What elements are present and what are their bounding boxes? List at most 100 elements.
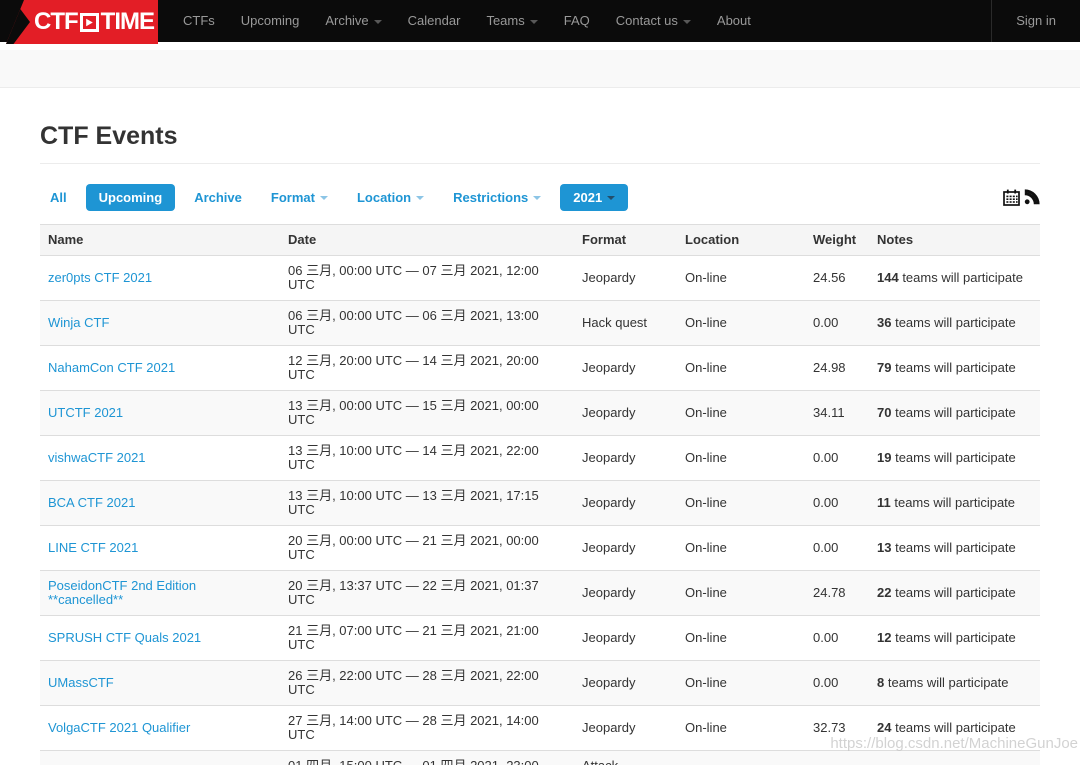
subheader-band	[0, 50, 1080, 88]
event-date-cell: 13 三月, 10:00 UTC — 14 三月 2021, 22:00 UTC	[280, 436, 574, 481]
nav-item-ctfs[interactable]: CTFs	[170, 0, 228, 42]
event-link[interactable]: BCA CTF 2021	[48, 495, 135, 510]
event-name-cell: UTCTF 2021	[40, 391, 280, 436]
event-notes-cell: 144 teams will participate	[869, 256, 1040, 301]
col-header-notes: Notes	[869, 225, 1040, 256]
filter-location[interactable]: Location	[347, 185, 434, 210]
event-link[interactable]: UTCTF 2021	[48, 405, 123, 420]
event-name-cell: vishwaCTF 2021	[40, 436, 280, 481]
nav-item-faq[interactable]: FAQ	[551, 0, 603, 42]
event-link[interactable]: LINE CTF 2021	[48, 540, 138, 555]
event-location-cell: On-line	[677, 436, 805, 481]
col-header-name: Name	[40, 225, 280, 256]
teams-count: 22	[877, 585, 891, 600]
page-title: CTF Events	[40, 122, 1040, 151]
event-link[interactable]: PoseidonCTF 2nd Edition **cancelled**	[48, 578, 196, 607]
nav-item-calendar[interactable]: Calendar	[395, 0, 474, 42]
event-notes-cell: 79 teams will participate	[869, 346, 1040, 391]
event-weight-cell: 36.35	[805, 751, 869, 765]
event-format-cell: Jeopardy	[574, 481, 677, 526]
nav-item-contact-us[interactable]: Contact us	[603, 0, 704, 42]
filter-2021[interactable]: 2021	[560, 184, 628, 211]
event-format-cell: Attack-Defense	[574, 751, 677, 765]
filters: All Upcoming Archive Format Location Restrict…	[40, 184, 628, 211]
event-name-cell: UMassCTF	[40, 661, 280, 706]
teams-count: 19	[877, 450, 891, 465]
event-location-cell: On-line	[677, 706, 805, 751]
event-date-cell: 01 四月, 15:00 UTC — 01 四月 2021, 23:00 UTC	[280, 751, 574, 765]
event-weight-cell: 0.00	[805, 661, 869, 706]
event-weight-cell: 0.00	[805, 616, 869, 661]
event-link[interactable]: UMassCTF	[48, 675, 114, 690]
event-date-cell: 20 三月, 13:37 UTC — 22 三月 2021, 01:37 UTC	[280, 571, 574, 616]
event-format-cell: Hack quest	[574, 301, 677, 346]
event-date-cell: 27 三月, 14:00 UTC — 28 三月 2021, 14:00 UTC	[280, 706, 574, 751]
events-table: NameDateFormatLocationWeightNotes zer0pt…	[40, 224, 1040, 765]
navbar-menu: CTFsUpcomingArchiveCalendarTeamsFAQConta…	[160, 0, 764, 42]
table-row: Winja CTF06 三月, 00:00 UTC — 06 三月 2021, …	[40, 301, 1040, 346]
sign-in-button[interactable]: Sign in	[991, 0, 1080, 42]
table-row: LINE CTF 2021 20 三月, 00:00 UTC — 21 三月 20…	[40, 526, 1040, 571]
table-row: zer0pts CTF 2021 06 三月, 00:00 UTC — 07 三月…	[40, 256, 1040, 301]
chevron-down-icon	[530, 20, 538, 24]
chevron-down-icon	[416, 196, 424, 200]
event-date-cell: 20 三月, 00:00 UTC — 21 三月 2021, 00:00 UTC	[280, 526, 574, 571]
filter-restrictions[interactable]: Restrictions	[443, 185, 551, 210]
event-date-cell: 13 三月, 00:00 UTC — 15 三月 2021, 00:00 UTC	[280, 391, 574, 436]
event-format-cell: Jeopardy	[574, 706, 677, 751]
chevron-down-icon	[320, 196, 328, 200]
event-link[interactable]: NahamCon CTF 2021	[48, 360, 175, 375]
event-notes-cell: 24 teams will participate	[869, 706, 1040, 751]
table-row: UTCTF 2021 13 三月, 00:00 UTC — 15 三月 2021,…	[40, 391, 1040, 436]
nav-item-archive[interactable]: Archive	[312, 0, 394, 42]
col-header-weight: Weight	[805, 225, 869, 256]
events-table-body: zer0pts CTF 2021 06 三月, 00:00 UTC — 07 三月…	[40, 256, 1040, 765]
nav-item-about[interactable]: About	[704, 0, 764, 42]
event-date-cell: 21 三月, 07:00 UTC — 21 三月 2021, 21:00 UTC	[280, 616, 574, 661]
filter-archive[interactable]: Archive	[184, 185, 252, 210]
nav-item-upcoming[interactable]: Upcoming	[228, 0, 313, 42]
filter-all[interactable]: All	[40, 185, 77, 210]
event-notes-cell: 36 teams will participate	[869, 301, 1040, 346]
event-location-cell: On-line	[677, 526, 805, 571]
filter-upcoming[interactable]: Upcoming	[86, 184, 176, 211]
main-content: CTF Events All Upcoming Archive Format Locat…	[0, 122, 1080, 765]
event-name-cell: Winja CTF	[40, 301, 280, 346]
table-row: BCA CTF 202113 三月, 10:00 UTC — 13 三月 202…	[40, 481, 1040, 526]
event-format-cell: Jeopardy	[574, 661, 677, 706]
event-format-cell: Jeopardy	[574, 346, 677, 391]
event-location-cell: On-line	[677, 391, 805, 436]
rss-icon[interactable]	[1024, 189, 1040, 205]
event-link[interactable]: zer0pts CTF 2021	[48, 270, 152, 285]
event-link[interactable]: vishwaCTF 2021	[48, 450, 146, 465]
event-notes-cell: 8 teams will participate	[869, 661, 1040, 706]
divider	[40, 163, 1040, 164]
event-link[interactable]: Winja CTF	[48, 315, 109, 330]
ctftime-logo[interactable]: CTF TIME	[0, 0, 160, 42]
teams-count: 11	[877, 495, 891, 510]
teams-count: 12	[877, 630, 891, 645]
event-weight-cell: 0.00	[805, 301, 869, 346]
event-link[interactable]: VolgaCTF 2021 Qualifier	[48, 720, 190, 735]
table-row: UMassCTF26 三月, 22:00 UTC — 28 三月 2021, 2…	[40, 661, 1040, 706]
event-date-cell: 06 三月, 00:00 UTC — 07 三月 2021, 12:00 UTC	[280, 256, 574, 301]
event-name-cell: NahamCon CTF 2021	[40, 346, 280, 391]
event-link[interactable]: SPRUSH CTF Quals 2021	[48, 630, 201, 645]
event-format-cell: Jeopardy	[574, 571, 677, 616]
col-header-format: Format	[574, 225, 677, 256]
teams-count: 24	[877, 720, 891, 735]
logo-text-ctf: CTF	[34, 0, 78, 44]
event-location-cell: On-line	[677, 616, 805, 661]
chevron-down-icon	[533, 196, 541, 200]
filter-format[interactable]: Format	[261, 185, 338, 210]
event-weight-cell: 0.00	[805, 526, 869, 571]
event-weight-cell: 32.73	[805, 706, 869, 751]
event-name-cell: ALLES! CTF 2021 HW Edition	[40, 751, 280, 765]
event-format-cell: Jeopardy	[574, 436, 677, 481]
calendar-icon[interactable]	[1003, 189, 1020, 206]
event-name-cell: zer0pts CTF 2021	[40, 256, 280, 301]
table-row: VolgaCTF 2021 Qualifier 27 三月, 14:00 UTC …	[40, 706, 1040, 751]
table-row: ALLES! CTF 2021 HW Edition01 四月, 15:00 U…	[40, 751, 1040, 765]
teams-count: 144	[877, 270, 899, 285]
nav-item-teams[interactable]: Teams	[473, 0, 550, 42]
